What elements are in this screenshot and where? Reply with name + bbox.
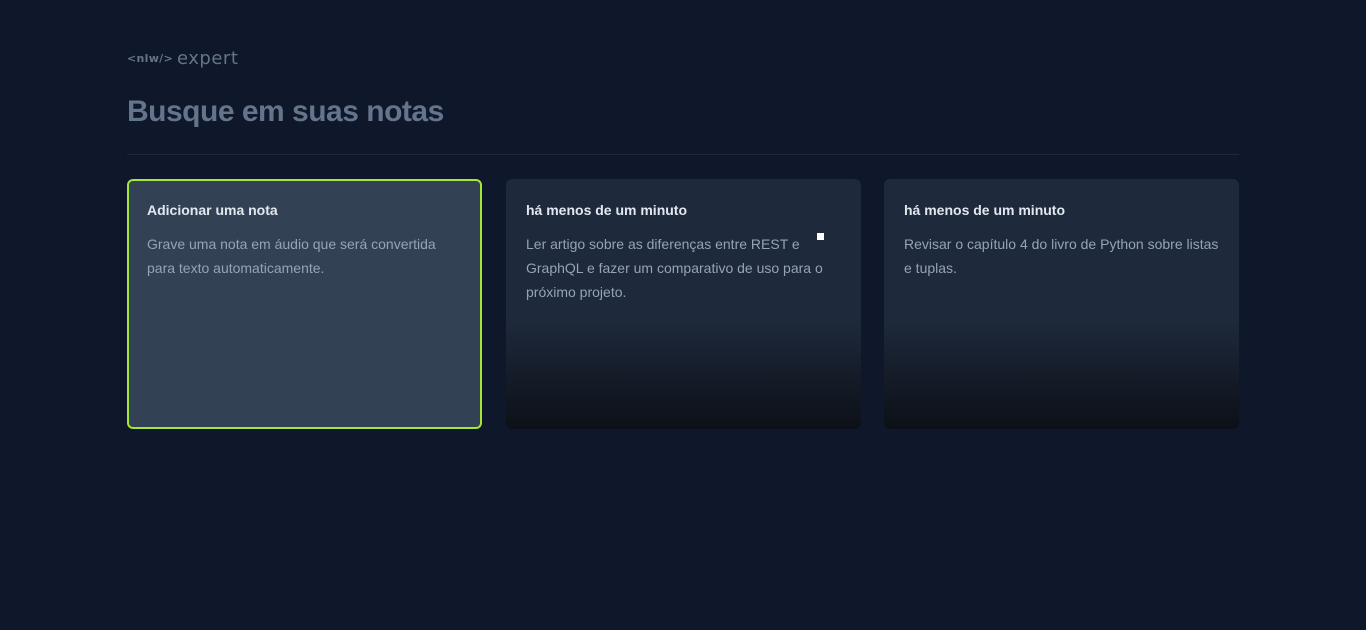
note-card[interactable]: há menos de um minuto Revisar o capítulo… [884,179,1239,429]
note-fade-overlay [506,319,861,429]
add-note-description: Grave uma nota em áudio que será convert… [147,236,436,276]
note-fade-overlay [884,319,1239,429]
note-content: Ler artigo sobre as diferenças entre RES… [526,236,823,300]
logo-nlw-text: <nlw/> [127,51,174,65]
logo-expert-text: expert [177,47,239,69]
search-input[interactable]: Busque em suas notas [127,93,444,131]
nlw-expert-logo: <nlw/> expert [127,46,238,70]
note-date: há menos de um minuto [526,202,688,218]
notes-grid: Adicionar uma nota Grave uma nota em áud… [127,179,1239,429]
add-note-title: Adicionar uma nota [147,202,278,218]
note-card[interactable]: há menos de um minuto Ler artigo sobre a… [506,179,861,429]
note-date: há menos de um minuto [904,202,1066,218]
note-content: Revisar o capítulo 4 do livro de Python … [904,236,1219,276]
add-note-card[interactable]: Adicionar uma nota Grave uma nota em áud… [127,179,482,429]
mouse-cursor-icon [817,233,824,240]
divider [127,154,1239,155]
app-page: <nlw/> expert Busque em suas notas Adici… [0,0,1366,630]
